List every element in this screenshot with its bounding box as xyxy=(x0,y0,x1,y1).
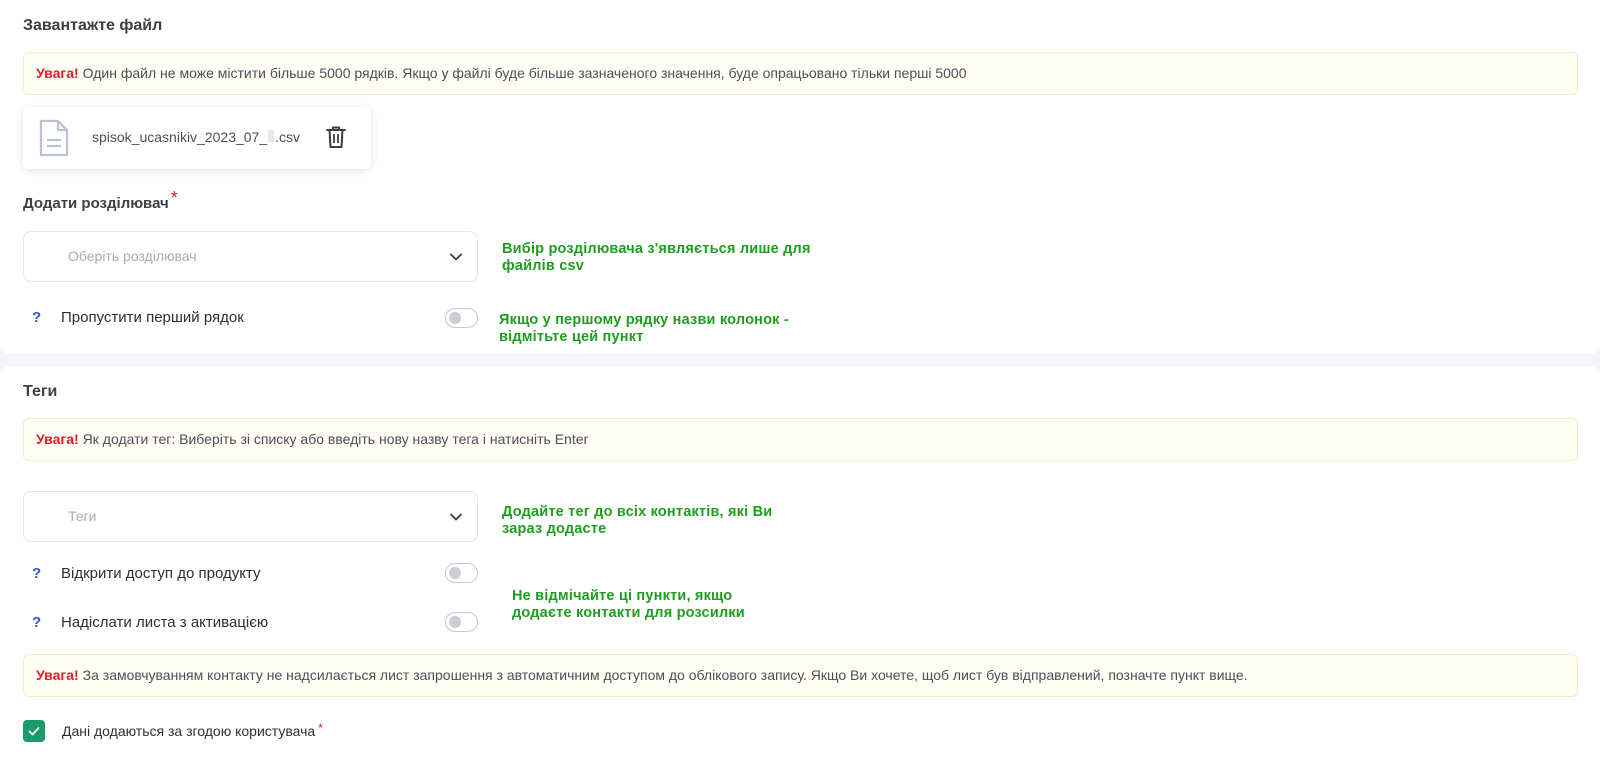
upload-notice: Увага! Один файл не може містити більше 5… xyxy=(23,52,1578,95)
notice-warning-label: Увага! xyxy=(36,65,79,81)
separator-select[interactable]: Оберіть розділювач xyxy=(23,231,478,282)
access-hint: Не відмічайте ці пункти, якщо додаєте ко… xyxy=(512,588,745,621)
send-activation-toggle[interactable] xyxy=(445,612,478,632)
send-activation-label: Надіслати листа з активацією xyxy=(61,614,269,631)
open-access-toggle[interactable] xyxy=(445,563,478,583)
chevron-down-icon xyxy=(450,513,462,521)
separator-placeholder: Оберіть розділювач xyxy=(68,248,197,264)
tags-select[interactable]: Теги xyxy=(23,491,478,542)
chevron-down-icon xyxy=(450,253,462,261)
upload-card: Завантажте файл Увага! Один файл не може … xyxy=(0,0,1600,354)
toggle-knob xyxy=(449,567,461,579)
notice-warning-label: Увага! xyxy=(36,667,79,683)
uploaded-file-card: spisok_ucasnikiv_2023_07_ .csv xyxy=(23,107,371,169)
upload-title: Завантажте файл xyxy=(23,17,163,34)
notice-text: Як додати тег: Виберіть зі списку або вв… xyxy=(82,431,589,447)
document-icon xyxy=(39,119,69,157)
send-activation-help-icon[interactable]: ? xyxy=(32,614,41,631)
consent-checkbox[interactable] xyxy=(23,720,45,742)
file-name: spisok_ucasnikiv_2023_07_ .csv xyxy=(92,129,301,145)
invite-notice: Увага! За замовчуванням контакту не надси… xyxy=(23,654,1578,697)
notice-text: За замовчуванням контакту не надсилаєтьс… xyxy=(82,667,1248,683)
skip-first-row-hint: Якщо у першому рядку назви колонок - від… xyxy=(499,312,789,345)
open-access-label: Відкрити доступ до продукту xyxy=(61,565,261,582)
trash-icon[interactable] xyxy=(325,125,347,149)
consent-label: Дані додаються за згодою користувача * xyxy=(62,721,323,739)
tags-title: Теги xyxy=(23,383,58,400)
tags-notice: Увага! Як додати тег: Виберіть зі списку … xyxy=(23,418,1578,461)
skip-first-row-help-icon[interactable]: ? xyxy=(32,309,41,326)
separator-label: Додати розділювач * xyxy=(23,188,178,212)
open-access-help-icon[interactable]: ? xyxy=(32,565,41,582)
toggle-knob xyxy=(449,616,461,628)
separator-hint: Вибір розділювача з'являється лише для ф… xyxy=(502,241,811,274)
tags-card: Теги Увага! Як додати тег: Виберіть зі сп… xyxy=(0,366,1600,768)
checkmark-icon xyxy=(28,727,40,736)
skip-first-row-toggle[interactable] xyxy=(445,308,478,328)
skip-first-row-label: Пропустити перший рядок xyxy=(61,309,244,326)
tags-placeholder: Теги xyxy=(68,508,97,524)
toggle-knob xyxy=(449,312,461,324)
notice-text: Один файл не може містити більше 5000 ря… xyxy=(82,65,967,81)
notice-warning-label: Увага! xyxy=(36,431,79,447)
tags-hint: Додайте тег до всіх контактів, які Ви за… xyxy=(502,504,773,537)
